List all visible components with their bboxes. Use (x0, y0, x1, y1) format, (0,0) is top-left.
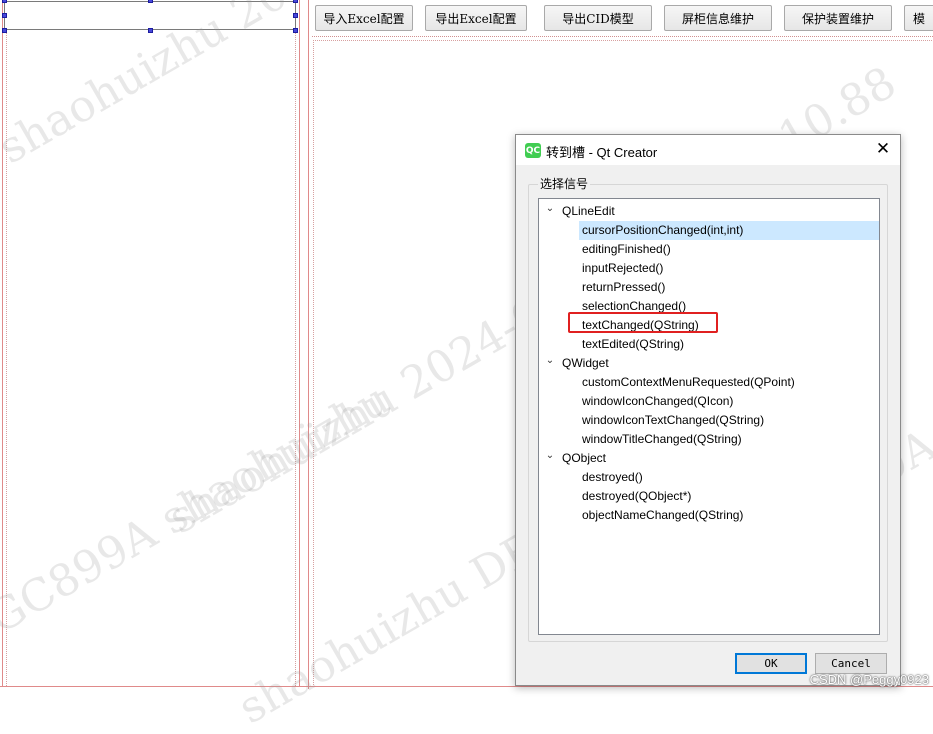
tree-item-label: QLineEdit (562, 204, 615, 218)
signal-tree[interactable]: ⌄ QLineEdit cursorPositionChanged(int,int)… (538, 198, 880, 635)
tree-signal-item[interactable]: cursorPositionChanged(int,int) (579, 221, 879, 240)
tree-signal-item[interactable]: destroyed() (539, 468, 879, 487)
tree-signal-item[interactable]: destroyed(QObject*) (539, 487, 879, 506)
tree-signal-item[interactable]: editingFinished() (539, 240, 879, 259)
resize-handle-bottom-mid[interactable] (148, 28, 153, 33)
model-button[interactable]: 模 (904, 5, 933, 31)
chevron-down-icon[interactable]: ⌄ (544, 446, 556, 465)
dialog-title: 转到槽 - Qt Creator (546, 145, 658, 160)
tree-signal-item[interactable]: windowTitleChanged(QString) (539, 430, 879, 449)
button-toolbar: 导入Excel配置 导出Excel配置 导出CID模型 屏柜信息维护 保护装置维… (312, 0, 933, 37)
tree-item-label: windowIconTextChanged(QString) (582, 413, 765, 427)
tree-item-label: inputRejected() (582, 261, 664, 275)
left-layout-guides (6, 0, 296, 686)
tree-item-label: textEdited(QString) (582, 337, 685, 351)
left-layout-panel (2, 0, 300, 686)
resize-handle-mid-right[interactable] (293, 13, 298, 18)
tree-item-label: windowIconChanged(QIcon) (582, 394, 734, 408)
tree-item-label: QObject (562, 451, 607, 465)
tree-item-label: windowTitleChanged(QString) (582, 432, 742, 446)
tree-item-label: customContextMenuRequested(QPoint) (582, 375, 795, 389)
resize-handle-top-left[interactable] (2, 0, 7, 3)
tree-signal-item[interactable]: windowIconTextChanged(QString) (539, 411, 879, 430)
resize-handle-top-mid[interactable] (148, 0, 153, 3)
selected-line-edit-widget[interactable] (4, 1, 296, 30)
form-bottom-border (0, 686, 933, 687)
tree-signal-item[interactable]: objectNameChanged(QString) (539, 506, 879, 525)
tree-class-node[interactable]: ⌄ QWidget (539, 354, 879, 373)
import-excel-button[interactable]: 导入Excel配置 (315, 5, 413, 31)
cabinet-info-button[interactable]: 屏柜信息维护 (664, 5, 772, 31)
tree-class-node[interactable]: ⌄ QObject (539, 449, 879, 468)
go-to-slot-dialog: QC 转到槽 - Qt Creator ✕ 选择信号 ⌄ QLineEdit cur… (515, 134, 901, 686)
tree-signal-item[interactable]: windowIconChanged(QIcon) (539, 392, 879, 411)
tree-item-label: destroyed(QObject*) (582, 489, 692, 503)
tree-item-label: objectNameChanged(QString) (582, 508, 744, 522)
chevron-down-icon[interactable]: ⌄ (544, 199, 556, 218)
cancel-button[interactable]: Cancel (815, 653, 887, 674)
tree-class-node[interactable]: ⌄ QLineEdit (539, 202, 879, 221)
export-excel-button[interactable]: 导出Excel配置 (425, 5, 527, 31)
ok-button[interactable]: OK (735, 653, 807, 674)
tree-item-label: editingFinished() (582, 242, 671, 256)
signal-group-label: 选择信号 (538, 175, 591, 192)
tree-signal-item[interactable]: textEdited(QString) (539, 335, 879, 354)
resize-handle-mid-left[interactable] (2, 13, 7, 18)
export-cid-button[interactable]: 导出CID模型 (544, 5, 652, 31)
text-changed-annotation-box (568, 312, 718, 333)
dialog-titlebar[interactable]: QC 转到槽 - Qt Creator ✕ (516, 135, 900, 165)
tree-signal-item[interactable]: inputRejected() (539, 259, 879, 278)
tree-signal-item[interactable]: customContextMenuRequested(QPoint) (539, 373, 879, 392)
csdn-credit: CSDN @Peggy0923 (809, 672, 929, 687)
tree-item-label: destroyed() (582, 470, 643, 484)
tree-signal-item[interactable]: returnPressed() (539, 278, 879, 297)
tree-item-label: returnPressed() (582, 280, 666, 294)
close-icon[interactable]: ✕ (875, 140, 891, 158)
resize-handle-top-right[interactable] (293, 0, 298, 3)
tree-item-label: QWidget (562, 356, 609, 370)
resize-handle-bottom-left[interactable] (2, 28, 7, 33)
tree-item-label: cursorPositionChanged(int,int) (582, 223, 744, 237)
qt-creator-icon: QC (525, 143, 541, 158)
chevron-down-icon[interactable]: ⌄ (544, 351, 556, 370)
resize-handle-bottom-right[interactable] (293, 28, 298, 33)
protection-device-button[interactable]: 保护装置维护 (784, 5, 892, 31)
